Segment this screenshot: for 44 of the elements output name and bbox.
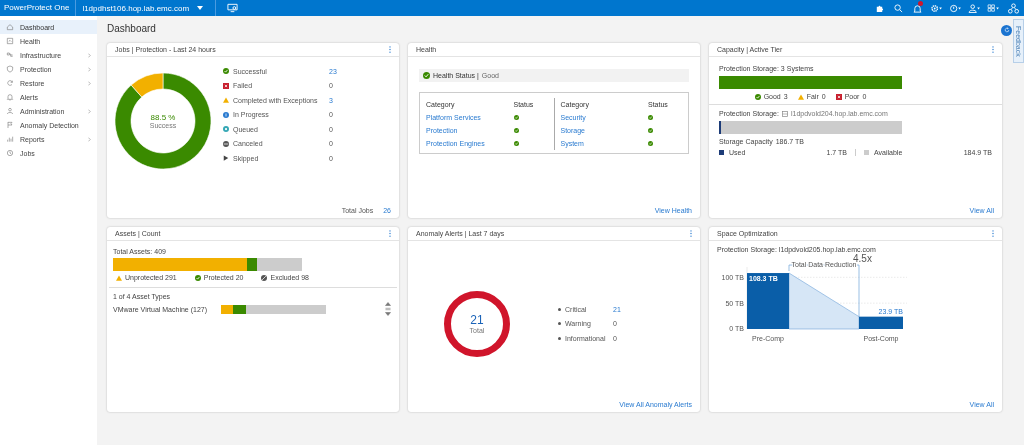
help-icon[interactable] bbox=[949, 3, 962, 13]
bullet-icon bbox=[558, 307, 561, 311]
progress-status-icon bbox=[223, 111, 229, 118]
flag-icon bbox=[6, 121, 14, 129]
triangle-status-icon bbox=[223, 97, 229, 104]
server-icon bbox=[781, 110, 788, 117]
check-status-icon bbox=[194, 274, 201, 281]
page-title: Dashboard bbox=[107, 22, 156, 34]
cross-status-icon bbox=[223, 82, 229, 89]
puzzle-icon[interactable] bbox=[875, 3, 884, 13]
triangle-status-icon bbox=[116, 274, 122, 281]
bell-icon[interactable] bbox=[913, 3, 922, 13]
bar bbox=[747, 273, 789, 329]
person-icon bbox=[6, 107, 14, 115]
check-status-icon bbox=[223, 68, 229, 75]
apps-icon[interactable] bbox=[987, 3, 1000, 13]
clock-icon bbox=[6, 149, 14, 157]
reduction-ratio: 4.5x bbox=[853, 253, 872, 264]
queued-status-icon bbox=[223, 126, 229, 133]
refresh-icon bbox=[6, 79, 14, 87]
network-icon[interactable] bbox=[1008, 2, 1019, 14]
canceled-status-icon bbox=[223, 140, 229, 147]
canceled-status-icon bbox=[261, 274, 268, 281]
bullet-icon bbox=[558, 336, 561, 340]
monitor-search-icon[interactable] bbox=[227, 3, 239, 13]
ring-drawing bbox=[444, 290, 510, 357]
user-icon[interactable] bbox=[968, 3, 981, 13]
settings-icon[interactable] bbox=[930, 3, 943, 13]
monitor-icon bbox=[6, 37, 14, 45]
scroll-arrows-icon[interactable] bbox=[385, 302, 391, 316]
bar-chart-icon bbox=[6, 135, 14, 143]
bell-icon bbox=[6, 93, 14, 101]
caret-icon bbox=[197, 6, 204, 10]
skipped-status-icon bbox=[223, 155, 229, 162]
network-icon bbox=[6, 51, 14, 59]
success-percentage: 88.5 % bbox=[150, 113, 176, 122]
search-icon[interactable] bbox=[894, 3, 903, 13]
reduction-drawing bbox=[788, 264, 860, 330]
house-icon bbox=[6, 23, 14, 31]
refresh-button[interactable] bbox=[1001, 24, 1012, 36]
shield-icon bbox=[6, 65, 14, 73]
bar bbox=[859, 316, 903, 329]
alerts-total: 21 bbox=[470, 313, 484, 327]
bullet-icon bbox=[558, 322, 561, 325]
